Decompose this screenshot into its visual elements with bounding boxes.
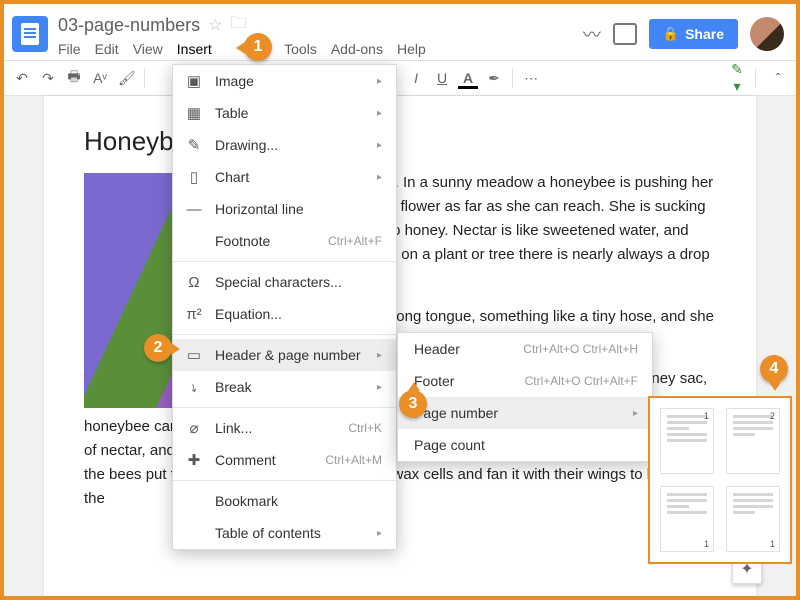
menu-item-special-chars[interactable]: ΩSpecial characters... — [173, 266, 396, 298]
menu-tools[interactable]: Tools — [284, 41, 317, 57]
print-icon[interactable]: 🖶 — [66, 66, 82, 90]
menu-view[interactable]: View — [133, 41, 163, 57]
paintformat-icon[interactable]: 🖌 — [118, 70, 134, 87]
submenu-footer[interactable]: FooterCtrl+Alt+O Ctrl+Alt+F — [398, 365, 652, 397]
menu-edit[interactable]: Edit — [95, 41, 119, 57]
overflow-icon[interactable]: ⋯ — [523, 70, 539, 87]
star-icon[interactable]: ☆ — [208, 15, 222, 35]
submenu-header[interactable]: HeaderCtrl+Alt+O Ctrl+Alt+H — [398, 333, 652, 365]
menu-item-link[interactable]: ⌀Link...Ctrl+K — [173, 412, 396, 444]
menu-item-break[interactable]: ⭏Break▸ — [173, 371, 396, 403]
menu-item-hline[interactable]: —Horizontal line — [173, 193, 396, 225]
menu-item-footnote[interactable]: FootnoteCtrl+Alt+F — [173, 225, 396, 257]
share-label: Share — [685, 26, 724, 42]
editing-mode-button[interactable]: ✎ ▾ — [729, 61, 745, 95]
menu-item-bookmark[interactable]: Bookmark — [173, 485, 396, 517]
menu-item-header-page-number[interactable]: ▭Header & page number▸ — [173, 339, 396, 371]
table-icon: ▦ — [185, 104, 203, 122]
comments-icon[interactable] — [613, 23, 637, 45]
page-number-options: 1 2 1 1 — [648, 396, 792, 564]
menu-insert[interactable]: Insert — [177, 41, 212, 57]
pn-option-top-all[interactable]: 1 — [660, 408, 714, 474]
toolbar: ↶ ↷ 🖶 Aᵛ 🖌 11▾ B I U A ✒︎ ⋯ ✎ ▾ ˆ — [4, 60, 796, 96]
hline-icon: — — [185, 201, 203, 218]
omega-icon: Ω — [185, 274, 203, 291]
pn-option-bottom-all[interactable]: 1 — [660, 486, 714, 552]
lock-icon: 🔒 — [663, 26, 679, 42]
move-folder-icon[interactable]: 🗀 — [230, 12, 246, 39]
chart-icon: ▯ — [185, 168, 203, 186]
image-icon: ▣ — [185, 72, 203, 90]
menu-item-equation[interactable]: π²Equation... — [173, 298, 396, 330]
highlight-icon[interactable]: ✒︎ — [486, 70, 502, 87]
menu-file[interactable]: File — [58, 41, 81, 57]
callout-3: 3 — [399, 390, 427, 418]
title-bar: 03-page-numbers ☆ 🗀 File Edit View Inser… — [4, 4, 796, 60]
callout-4: 4 — [760, 355, 788, 383]
menu-item-comment[interactable]: ✚CommentCtrl+Alt+M — [173, 444, 396, 476]
share-button[interactable]: 🔒 Share — [649, 19, 738, 49]
docs-logo-icon[interactable] — [12, 16, 48, 52]
pi-icon: π² — [185, 306, 203, 323]
submenu-page-number[interactable]: Page number▸ — [398, 397, 652, 429]
comment-icon: ✚ — [185, 451, 203, 469]
menu-item-table[interactable]: ▦Table▸ — [173, 97, 396, 129]
callout-2: 2 — [144, 334, 172, 362]
link-icon: ⌀ — [185, 419, 203, 437]
activity-icon[interactable]: 〰︎ — [583, 21, 601, 47]
underline-button[interactable]: U — [434, 70, 450, 86]
header-page-number-submenu: HeaderCtrl+Alt+O Ctrl+Alt+H FooterCtrl+A… — [397, 332, 653, 462]
submenu-page-count[interactable]: Page count — [398, 429, 652, 461]
callout-1: 1 — [244, 33, 272, 61]
pn-option-bottom-skip-first[interactable]: 1 — [726, 486, 780, 552]
hide-menus-icon[interactable]: ˆ — [770, 70, 786, 86]
avatar[interactable] — [750, 17, 784, 51]
document-title[interactable]: 03-page-numbers — [58, 15, 200, 36]
pn-option-top-skip-first[interactable]: 2 — [726, 408, 780, 474]
text-color-button[interactable]: A — [460, 70, 476, 86]
redo-icon[interactable]: ↷ — [40, 70, 56, 87]
italic-button[interactable]: I — [408, 70, 424, 86]
header-icon: ▭ — [185, 346, 203, 364]
break-icon: ⭏ — [185, 378, 203, 396]
menu-item-chart[interactable]: ▯Chart▸ — [173, 161, 396, 193]
drawing-icon: ✎ — [185, 136, 203, 154]
menu-addons[interactable]: Add-ons — [331, 41, 383, 57]
menubar: File Edit View Insert Format Tools Add-o… — [58, 41, 583, 57]
undo-icon[interactable]: ↶ — [14, 70, 30, 87]
menu-item-drawing[interactable]: ✎Drawing...▸ — [173, 129, 396, 161]
menu-help[interactable]: Help — [397, 41, 426, 57]
menu-item-toc[interactable]: Table of contents▸ — [173, 517, 396, 549]
spellcheck-icon[interactable]: Aᵛ — [92, 70, 108, 86]
insert-menu: ▣Image▸ ▦Table▸ ✎Drawing...▸ ▯Chart▸ —Ho… — [172, 64, 397, 550]
menu-item-image[interactable]: ▣Image▸ — [173, 65, 396, 97]
